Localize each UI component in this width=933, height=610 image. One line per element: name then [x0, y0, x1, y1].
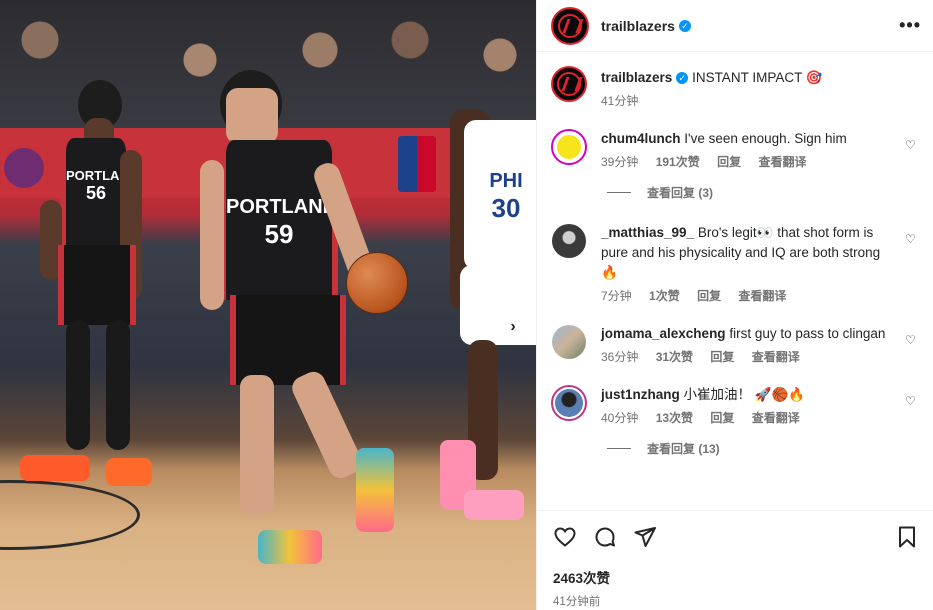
caption-text: INSTANT IMPACT 🎯: [692, 70, 823, 85]
jersey-right-team: PHI: [489, 170, 523, 192]
comment-text: I've seen enough. Sign him: [684, 131, 847, 146]
action-bar: [553, 521, 919, 553]
comment-username[interactable]: just1nzhang: [601, 387, 680, 402]
caption-time[interactable]: 41分钟: [601, 94, 638, 108]
comment-text: first guy to pass to clingan: [729, 326, 886, 341]
comment-time[interactable]: 7分钟: [601, 289, 632, 303]
post-footer: 2463次赞 41分钟前: [537, 510, 933, 610]
view-replies-button[interactable]: 查看回复 (13): [607, 440, 919, 457]
comment-avatar[interactable]: [551, 385, 587, 421]
comment-likes[interactable]: 191次赞: [656, 155, 700, 169]
comment-avatar[interactable]: [551, 223, 587, 259]
comment-row: chum4lunch I've seen enough. Sign him 39…: [551, 129, 919, 170]
comment-username[interactable]: _matthias_99_: [601, 225, 694, 240]
comment-text: 小崔加油！ 🚀🏀🔥: [683, 387, 806, 402]
like-heart-icon[interactable]: [553, 525, 577, 549]
translate-button[interactable]: 查看翻译: [738, 289, 786, 303]
comment-likes[interactable]: 13次赞: [656, 411, 693, 425]
like-comment-heart-icon[interactable]: ♡: [905, 334, 917, 346]
more-options-icon[interactable]: •••: [899, 15, 921, 36]
comment-row: jomama_alexcheng first guy to pass to cl…: [551, 324, 919, 365]
player-left: PORTLAND 56: [20, 80, 160, 500]
comment-avatar[interactable]: [551, 324, 587, 360]
comment-likes[interactable]: 1次赞: [649, 289, 680, 303]
caption-verified-icon: ✓: [676, 72, 689, 84]
translate-button[interactable]: 查看翻译: [752, 350, 800, 364]
view-replies-button[interactable]: 查看回复 (3): [607, 184, 919, 201]
like-comment-heart-icon[interactable]: ♡: [905, 233, 917, 245]
comment-row: _matthias_99_ Bro's legit👀 that shot for…: [551, 223, 919, 304]
header-username[interactable]: trailblazers: [601, 18, 675, 34]
bookmark-icon[interactable]: [895, 525, 919, 549]
jersey-right-number: 30: [491, 193, 521, 223]
caption-row: trailblazers ✓ INSTANT IMPACT 🎯 41分钟: [551, 66, 919, 109]
jersey-main-number: 59: [264, 219, 294, 249]
comments-list[interactable]: trailblazers ✓ INSTANT IMPACT 🎯 41分钟 chum…: [537, 52, 933, 510]
comment-time[interactable]: 39分钟: [601, 155, 638, 169]
player-main: PORTLAND 59: [200, 70, 420, 580]
comment-bubble-icon[interactable]: [593, 525, 617, 549]
jersey-main-team: PORTLAND: [226, 196, 338, 218]
next-photo-button[interactable]: ›: [501, 316, 525, 340]
like-comment-heart-icon[interactable]: ♡: [905, 139, 917, 151]
reply-button[interactable]: 回复: [710, 350, 734, 364]
comment-avatar[interactable]: [551, 129, 587, 165]
reply-button[interactable]: 回复: [697, 289, 721, 303]
post-time[interactable]: 41分钟前: [553, 593, 919, 609]
trailblazers-avatar[interactable]: [551, 6, 589, 45]
caption-avatar[interactable]: [551, 66, 587, 102]
comment-username[interactable]: jomama_alexcheng: [601, 326, 726, 341]
post-like-count[interactable]: 2463次赞: [553, 567, 919, 587]
instagram-post-view: PORTLAND 56 PHI 30 PORTLAND 59 › trailbl…: [0, 0, 933, 610]
comment-time[interactable]: 36分钟: [601, 350, 638, 364]
verified-badge-icon: ✓: [678, 19, 691, 32]
comment-likes[interactable]: 31次赞: [656, 350, 693, 364]
jersey-left-number: 56: [85, 183, 107, 203]
post-photo[interactable]: PORTLAND 56 PHI 30 PORTLAND 59 ›: [0, 0, 536, 610]
jersey-left-team: PORTLAND: [66, 168, 139, 183]
caption-username[interactable]: trailblazers: [601, 70, 672, 85]
comment-time[interactable]: 40分钟: [601, 411, 638, 425]
translate-button[interactable]: 查看翻译: [752, 411, 800, 425]
reply-button[interactable]: 回复: [710, 411, 734, 425]
basketball: [346, 252, 408, 314]
like-comment-heart-icon[interactable]: ♡: [905, 395, 917, 407]
post-sidebar: trailblazers ✓ ••• trailblazers ✓ INSTANT…: [536, 0, 933, 610]
player-right: PHI 30: [440, 60, 536, 540]
share-send-icon[interactable]: [633, 525, 657, 549]
comment-row: just1nzhang 小崔加油！ 🚀🏀🔥 40分钟 13次赞 回复 查看翻译 …: [551, 385, 919, 426]
view-replies-label: 查看回复 (3): [647, 186, 714, 200]
comment-username[interactable]: chum4lunch: [601, 131, 681, 146]
view-replies-label: 查看回复 (13): [647, 442, 720, 456]
post-header: trailblazers ✓ •••: [537, 0, 933, 52]
translate-button[interactable]: 查看翻译: [758, 155, 806, 169]
reply-button[interactable]: 回复: [717, 155, 741, 169]
kings-logo: [4, 148, 44, 188]
